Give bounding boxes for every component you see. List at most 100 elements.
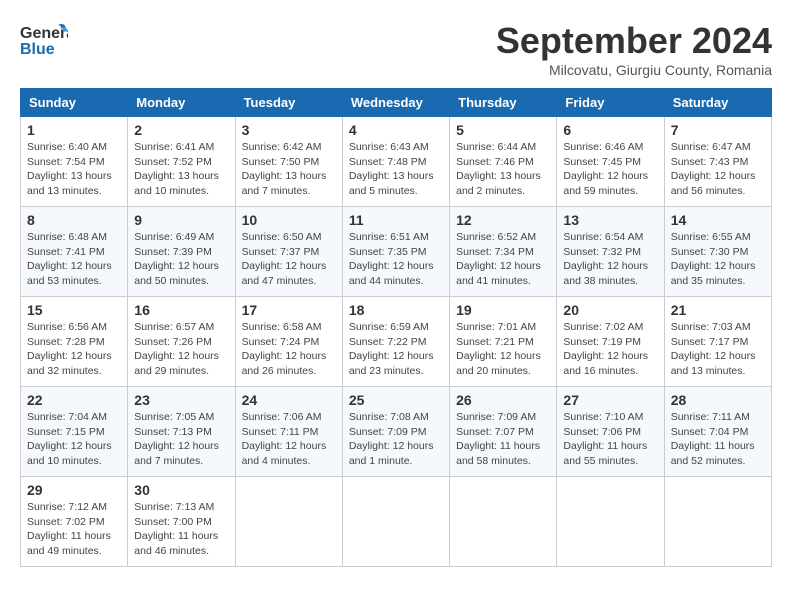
calendar-week-row: 8 Sunrise: 6:48 AM Sunset: 7:41 PM Daylig… — [21, 207, 772, 297]
calendar-day-cell: 6 Sunrise: 6:46 AM Sunset: 7:45 PM Daylig… — [557, 117, 664, 207]
calendar-day-cell: 26 Sunrise: 7:09 AM Sunset: 7:07 PM Dayli… — [450, 387, 557, 477]
day-info: Sunrise: 7:06 AM Sunset: 7:11 PM Dayligh… — [242, 410, 336, 469]
day-number: 15 — [27, 302, 121, 318]
day-number: 8 — [27, 212, 121, 228]
day-info: Sunrise: 6:58 AM Sunset: 7:24 PM Dayligh… — [242, 320, 336, 379]
day-info: Sunrise: 6:52 AM Sunset: 7:34 PM Dayligh… — [456, 230, 550, 289]
calendar-day-cell: 19 Sunrise: 7:01 AM Sunset: 7:21 PM Dayli… — [450, 297, 557, 387]
day-info: Sunrise: 7:10 AM Sunset: 7:06 PM Dayligh… — [563, 410, 657, 469]
day-number: 13 — [563, 212, 657, 228]
calendar-week-row: 15 Sunrise: 6:56 AM Sunset: 7:28 PM Dayli… — [21, 297, 772, 387]
day-number: 30 — [134, 482, 228, 498]
day-number: 1 — [27, 122, 121, 138]
calendar-day-cell: 22 Sunrise: 7:04 AM Sunset: 7:15 PM Dayli… — [21, 387, 128, 477]
day-of-week-header: Friday — [557, 89, 664, 117]
calendar-day-cell: 20 Sunrise: 7:02 AM Sunset: 7:19 PM Dayli… — [557, 297, 664, 387]
day-of-week-header: Thursday — [450, 89, 557, 117]
calendar-day-cell: 29 Sunrise: 7:12 AM Sunset: 7:02 PM Dayli… — [21, 477, 128, 567]
day-number: 19 — [456, 302, 550, 318]
day-info: Sunrise: 6:56 AM Sunset: 7:28 PM Dayligh… — [27, 320, 121, 379]
title-section: September 2024 Milcovatu, Giurgiu County… — [496, 20, 772, 78]
day-info: Sunrise: 7:08 AM Sunset: 7:09 PM Dayligh… — [349, 410, 443, 469]
day-number: 21 — [671, 302, 765, 318]
day-of-week-header: Saturday — [664, 89, 771, 117]
calendar-day-cell: 18Sunrise: 6:59 AM Sunset: 7:22 PM Dayli… — [342, 297, 449, 387]
day-info: Sunrise: 6:47 AM Sunset: 7:43 PM Dayligh… — [671, 140, 765, 199]
day-info: Sunrise: 6:54 AM Sunset: 7:32 PM Dayligh… — [563, 230, 657, 289]
day-of-week-header: Sunday — [21, 89, 128, 117]
day-info: Sunrise: 6:49 AM Sunset: 7:39 PM Dayligh… — [134, 230, 228, 289]
day-of-week-header: Wednesday — [342, 89, 449, 117]
svg-text:General: General — [20, 25, 68, 42]
calendar-day-cell: 16 Sunrise: 6:57 AM Sunset: 7:26 PM Dayli… — [128, 297, 235, 387]
calendar-day-cell: 11Sunrise: 6:51 AM Sunset: 7:35 PM Dayli… — [342, 207, 449, 297]
day-number: 25 — [349, 392, 443, 408]
day-number: 16 — [134, 302, 228, 318]
page-header: General Blue September 2024 Milcovatu, G… — [20, 20, 772, 78]
calendar-day-cell: 30 Sunrise: 7:13 AM Sunset: 7:00 PM Dayli… — [128, 477, 235, 567]
calendar-day-cell: 14 Sunrise: 6:55 AM Sunset: 7:30 PM Dayli… — [664, 207, 771, 297]
day-number: 14 — [671, 212, 765, 228]
calendar-week-row: 22 Sunrise: 7:04 AM Sunset: 7:15 PM Dayli… — [21, 387, 772, 477]
day-number: 22 — [27, 392, 121, 408]
day-number: 10 — [242, 212, 336, 228]
day-info: Sunrise: 6:41 AM Sunset: 7:52 PM Dayligh… — [134, 140, 228, 199]
day-info: Sunrise: 6:50 AM Sunset: 7:37 PM Dayligh… — [242, 230, 336, 289]
day-info: Sunrise: 7:11 AM Sunset: 7:04 PM Dayligh… — [671, 410, 765, 469]
day-number: 7 — [671, 122, 765, 138]
day-number: 5 — [456, 122, 550, 138]
calendar-day-cell: 3Sunrise: 6:42 AM Sunset: 7:50 PM Daylig… — [235, 117, 342, 207]
calendar-day-cell: 25 Sunrise: 7:08 AM Sunset: 7:09 PM Dayli… — [342, 387, 449, 477]
day-number: 6 — [563, 122, 657, 138]
calendar-week-row: 29 Sunrise: 7:12 AM Sunset: 7:02 PM Dayli… — [21, 477, 772, 567]
day-number: 27 — [563, 392, 657, 408]
day-info: Sunrise: 6:55 AM Sunset: 7:30 PM Dayligh… — [671, 230, 765, 289]
calendar-day-cell: 21 Sunrise: 7:03 AM Sunset: 7:17 PM Dayli… — [664, 297, 771, 387]
day-number: 4 — [349, 122, 443, 138]
day-info: Sunrise: 7:13 AM Sunset: 7:00 PM Dayligh… — [134, 500, 228, 559]
calendar-day-cell: 12 Sunrise: 6:52 AM Sunset: 7:34 PM Dayli… — [450, 207, 557, 297]
day-info: Sunrise: 7:04 AM Sunset: 7:15 PM Dayligh… — [27, 410, 121, 469]
day-number: 12 — [456, 212, 550, 228]
day-info: Sunrise: 6:57 AM Sunset: 7:26 PM Dayligh… — [134, 320, 228, 379]
day-info: Sunrise: 6:59 AM Sunset: 7:22 PM Dayligh… — [349, 320, 443, 379]
day-info: Sunrise: 7:01 AM Sunset: 7:21 PM Dayligh… — [456, 320, 550, 379]
day-number: 20 — [563, 302, 657, 318]
day-info: Sunrise: 6:46 AM Sunset: 7:45 PM Dayligh… — [563, 140, 657, 199]
calendar-day-cell — [557, 477, 664, 567]
calendar-table: SundayMondayTuesdayWednesdayThursdayFrid… — [20, 88, 772, 567]
day-info: Sunrise: 6:43 AM Sunset: 7:48 PM Dayligh… — [349, 140, 443, 199]
day-number: 17 — [242, 302, 336, 318]
day-number: 23 — [134, 392, 228, 408]
day-info: Sunrise: 7:12 AM Sunset: 7:02 PM Dayligh… — [27, 500, 121, 559]
day-number: 26 — [456, 392, 550, 408]
day-info: Sunrise: 7:02 AM Sunset: 7:19 PM Dayligh… — [563, 320, 657, 379]
svg-text:Blue: Blue — [20, 41, 55, 58]
calendar-day-cell: 23 Sunrise: 7:05 AM Sunset: 7:13 PM Dayli… — [128, 387, 235, 477]
calendar-day-cell: 15 Sunrise: 6:56 AM Sunset: 7:28 PM Dayli… — [21, 297, 128, 387]
calendar-day-cell — [450, 477, 557, 567]
calendar-day-cell — [235, 477, 342, 567]
day-number: 11 — [349, 212, 443, 228]
day-number: 9 — [134, 212, 228, 228]
calendar-header-row: SundayMondayTuesdayWednesdayThursdayFrid… — [21, 89, 772, 117]
calendar-day-cell: 13 Sunrise: 6:54 AM Sunset: 7:32 PM Dayli… — [557, 207, 664, 297]
day-info: Sunrise: 7:09 AM Sunset: 7:07 PM Dayligh… — [456, 410, 550, 469]
day-info: Sunrise: 7:05 AM Sunset: 7:13 PM Dayligh… — [134, 410, 228, 469]
calendar-day-cell: 28 Sunrise: 7:11 AM Sunset: 7:04 PM Dayli… — [664, 387, 771, 477]
calendar-day-cell: 8 Sunrise: 6:48 AM Sunset: 7:41 PM Daylig… — [21, 207, 128, 297]
day-info: Sunrise: 6:48 AM Sunset: 7:41 PM Dayligh… — [27, 230, 121, 289]
day-number: 28 — [671, 392, 765, 408]
calendar-day-cell: 5 Sunrise: 6:44 AM Sunset: 7:46 PM Daylig… — [450, 117, 557, 207]
day-info: Sunrise: 6:44 AM Sunset: 7:46 PM Dayligh… — [456, 140, 550, 199]
day-number: 29 — [27, 482, 121, 498]
logo-icon: General Blue — [20, 20, 68, 60]
calendar-day-cell: 1 Sunrise: 6:40 AM Sunset: 7:54 PM Daylig… — [21, 117, 128, 207]
calendar-day-cell: 17 Sunrise: 6:58 AM Sunset: 7:24 PM Dayli… — [235, 297, 342, 387]
location: Milcovatu, Giurgiu County, Romania — [496, 62, 772, 78]
calendar-day-cell: 2Sunrise: 6:41 AM Sunset: 7:52 PM Daylig… — [128, 117, 235, 207]
calendar-day-cell: 10 Sunrise: 6:50 AM Sunset: 7:37 PM Dayli… — [235, 207, 342, 297]
day-info: Sunrise: 7:03 AM Sunset: 7:17 PM Dayligh… — [671, 320, 765, 379]
day-info: Sunrise: 6:40 AM Sunset: 7:54 PM Dayligh… — [27, 140, 121, 199]
calendar-day-cell: 27 Sunrise: 7:10 AM Sunset: 7:06 PM Dayli… — [557, 387, 664, 477]
